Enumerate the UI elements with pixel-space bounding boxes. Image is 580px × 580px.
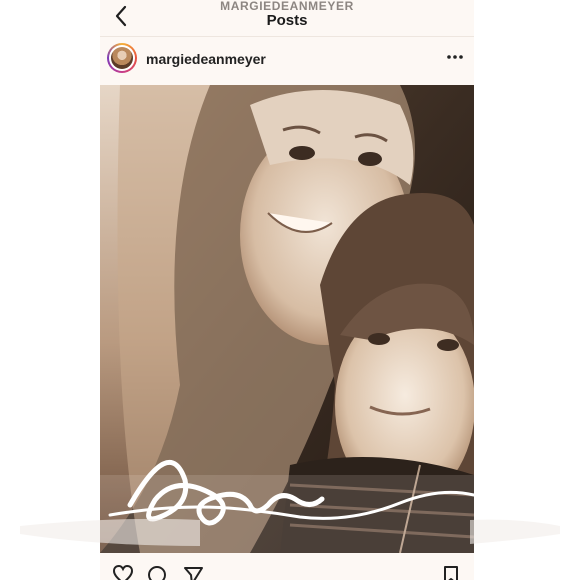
avatar-photo [111,47,133,69]
post-header: margiedeanmeyer [100,40,474,82]
send-icon[interactable] [182,564,204,580]
bookmark-icon[interactable] [440,564,462,580]
header-divider [100,36,474,37]
post-action-bar [100,560,474,580]
avatar[interactable] [107,43,137,73]
page-title: Posts [266,12,308,29]
heart-icon[interactable] [112,564,134,580]
post-photo[interactable] [100,85,474,553]
post-author-username[interactable]: margiedeanmeyer [146,51,266,67]
comment-icon[interactable] [146,564,168,580]
instagram-post-screen: MARGIEDEANMEYER Posts margiedeanmeyer [100,0,474,580]
more-horizontal-icon[interactable] [444,49,466,65]
top-navigation-bar: MARGIEDEANMEYER Posts [100,0,474,34]
